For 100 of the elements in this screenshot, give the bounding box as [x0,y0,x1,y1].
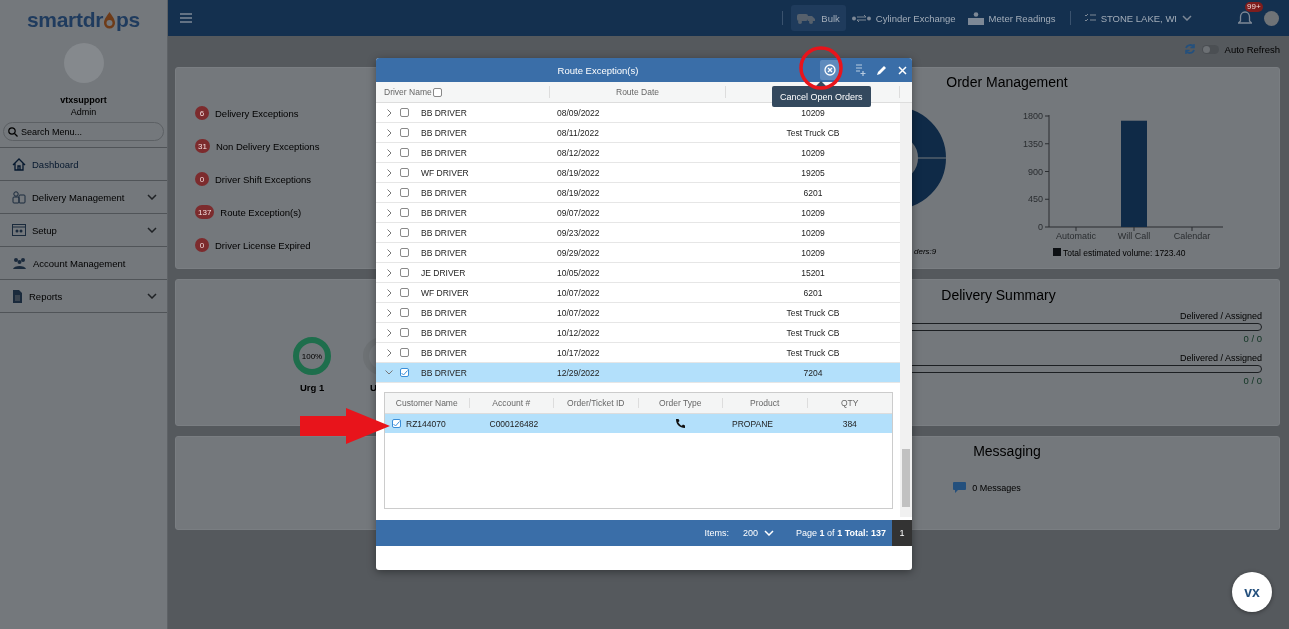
nav-item[interactable]: Setup [0,213,167,246]
chevron-right-icon[interactable] [386,228,392,237]
column-header[interactable]: Customer Name [395,398,458,408]
chevron-right-icon[interactable] [386,328,392,337]
table-cell: 10209 [801,227,825,238]
scrollbar[interactable] [900,103,912,517]
table-cell: 10209 [801,247,825,258]
row-checkbox[interactable] [400,348,409,357]
table-row[interactable]: BB DRIVER 12/29/2022 7204 [376,363,900,383]
chevron-right-icon[interactable] [386,148,392,157]
chevron-right-icon[interactable] [386,268,392,277]
row-checkbox[interactable] [400,368,409,377]
table-row[interactable]: BB DRIVER 08/09/2022 10209 [376,103,900,123]
chevron-right-icon[interactable] [386,128,392,137]
nav-tab[interactable]: Bulk [791,5,846,31]
table-row[interactable]: BB DRIVER 08/19/2022 6201 [376,183,900,203]
table-cell: 10/12/2022 [557,327,600,338]
bell-icon[interactable] [1238,10,1252,26]
table-row[interactable]: WF DRIVER 08/19/2022 19205 [376,163,900,183]
search-field[interactable]: Search Menu... [3,122,164,141]
nav-item[interactable]: Reports [0,279,167,313]
tick-label: 450 [1027,194,1043,205]
table-cell: 10209 [801,207,825,218]
chevron-down-icon[interactable] [385,370,393,375]
table-row[interactable]: WF DRIVER 10/07/2022 6201 [376,283,900,303]
document-icon [12,289,23,303]
table-row[interactable]: BB DRIVER 09/07/2022 10209 [376,203,900,223]
row-checkbox[interactable] [400,168,409,177]
row-checkbox[interactable] [400,188,409,197]
row-checkbox[interactable] [400,108,409,117]
table-row[interactable]: JE DRIVER 10/05/2022 15201 [376,263,900,283]
row-checkbox[interactable] [400,228,409,237]
exception-link[interactable]: Driver Shift Exceptions [215,173,312,185]
nav-tab[interactable]: Meter Readings [961,5,1062,31]
chevron-right-icon[interactable] [386,208,392,217]
row-checkbox[interactable] [400,208,409,217]
category-label: Will Call [1117,231,1151,241]
chevron-right-icon[interactable] [386,168,392,177]
exception-link[interactable]: Delivery Exceptions [215,107,299,119]
window-icon [12,224,26,236]
table-row[interactable]: BB DRIVER 10/07/2022 Test Truck CB [376,303,900,323]
user-avatar[interactable] [1264,10,1279,26]
chevron-right-icon[interactable] [386,308,392,317]
column-header[interactable]: QTY [841,398,859,408]
row-checkbox[interactable] [400,328,409,337]
table-row[interactable]: BB DRIVER 09/23/2022 10209 [376,223,900,243]
chevron-down-icon [1182,15,1192,21]
drop-icon [103,10,117,30]
card-title: Delivery Summary [941,289,1056,302]
row-checkbox[interactable] [400,268,409,277]
nav-item[interactable]: Delivery Management [0,180,167,213]
table-cell: 10/05/2022 [557,267,600,278]
table-row[interactable]: RZ144070 C000126482 PROPANE 384 [385,414,892,433]
chevron-right-icon[interactable] [386,248,392,257]
column-header[interactable]: Product [750,398,780,408]
table-cell: 08/11/2022 [557,127,599,138]
nav-tab[interactable]: Cylinder Exchange [845,5,962,31]
exception-link[interactable]: Driver License Expired [215,239,311,251]
column-header[interactable]: Account # [492,398,531,408]
column-header[interactable]: Order Type [659,398,702,408]
menu-icon[interactable] [180,13,192,23]
exception-link[interactable]: Route Exception(s) [220,206,302,218]
logo-text: ps [116,8,140,32]
table-row[interactable]: BB DRIVER 08/11/2022 Test Truck CB [376,123,900,143]
column-header[interactable]: Driver Name [384,87,432,97]
table-cell: 09/29/2022 [557,247,600,258]
table-row[interactable]: BB DRIVER 08/12/2022 10209 [376,143,900,163]
page-button[interactable]: 1 [892,520,912,546]
row-checkbox[interactable] [400,248,409,257]
tick-label: 1350 [1022,138,1043,149]
nav-item[interactable]: Dashboard [0,147,167,180]
row-checkbox[interactable] [400,128,409,137]
column-header[interactable]: Route Date [550,86,726,98]
row-checkbox[interactable] [400,148,409,157]
table-row[interactable]: BB DRIVER 09/29/2022 10209 [376,243,900,263]
page-size-dropdown[interactable]: 200 [743,528,775,538]
table-cell: WF DRIVER [421,287,469,298]
row-checkbox[interactable] [392,419,401,428]
chevron-right-icon[interactable] [386,108,392,117]
location-dropdown[interactable]: STONE LAKE, WI [1078,5,1198,31]
chevron-right-icon[interactable] [386,348,392,357]
count-badge: 0 [195,238,209,252]
select-all-checkbox[interactable] [432,87,442,97]
cancel-orders-button[interactable] [820,60,840,80]
group-icon [12,256,27,270]
column-header[interactable]: Order/Ticket ID [567,398,625,408]
exception-link[interactable]: Non Delivery Exceptions [215,140,320,152]
pencil-icon [875,64,887,76]
table-row[interactable]: BB DRIVER 10/12/2022 Test Truck CB [376,323,900,343]
chevron-down-icon [147,194,157,200]
row-checkbox[interactable] [400,288,409,297]
search-icon [8,127,18,137]
row-checkbox[interactable] [400,308,409,317]
toggle-switch[interactable] [1201,44,1219,54]
legend-swatch [1053,248,1061,256]
nav-item[interactable]: Account Management [0,246,167,279]
category-label: Automatic [1056,231,1096,241]
chevron-right-icon[interactable] [386,188,392,197]
table-cell: 7204 [803,367,823,378]
chevron-right-icon[interactable] [386,288,392,297]
